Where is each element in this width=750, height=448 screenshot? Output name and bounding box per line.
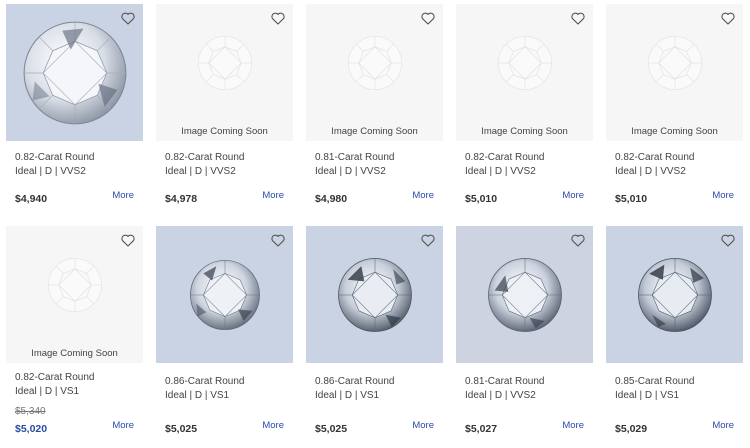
more-link[interactable]: More bbox=[562, 189, 584, 203]
diamond-title[interactable]: 0.82-Carat Round bbox=[165, 151, 293, 165]
diamond-price: $4,980 bbox=[315, 193, 348, 205]
diamond-card[interactable]: Image Coming Soon 0.82-Carat Round Ideal… bbox=[456, 4, 593, 222]
diamond-specs: Ideal | D | VS1 bbox=[315, 390, 380, 401]
favorite-heart-icon[interactable] bbox=[421, 234, 435, 247]
diamond-price: $5,025 bbox=[165, 423, 198, 435]
diamond-card[interactable]: Image Coming Soon 0.82-Carat Round Ideal… bbox=[156, 4, 293, 222]
image-coming-soon-label: Image Coming Soon bbox=[181, 126, 268, 137]
favorite-heart-icon[interactable] bbox=[421, 12, 435, 25]
diamond-specs: Ideal | D | VS1 bbox=[615, 390, 680, 401]
diamond-placeholder-icon bbox=[497, 35, 552, 91]
diamond-image[interactable]: Image Coming Soon bbox=[306, 4, 443, 141]
diamond-title[interactable]: 0.82-Carat Round bbox=[15, 151, 143, 165]
diamond-price: $5,029 bbox=[615, 423, 648, 435]
more-link[interactable]: More bbox=[712, 189, 734, 203]
diamond-title[interactable]: 0.81-Carat Round bbox=[465, 375, 593, 389]
diamond-card[interactable]: Image Coming Soon 0.82-Carat Round Ideal… bbox=[6, 226, 143, 444]
favorite-heart-icon[interactable] bbox=[721, 234, 735, 247]
image-coming-soon-label: Image Coming Soon bbox=[331, 126, 418, 137]
diamond-title[interactable]: 0.85-Carat Round bbox=[615, 375, 743, 389]
diamond-photo-icon bbox=[637, 257, 712, 332]
diamond-image[interactable]: Image Coming Soon bbox=[606, 4, 743, 141]
diamond-image[interactable] bbox=[6, 4, 143, 141]
image-coming-soon-label: Image Coming Soon bbox=[631, 126, 718, 137]
more-link[interactable]: More bbox=[412, 189, 434, 203]
diamond-card[interactable]: Image Coming Soon 0.81-Carat Round Ideal… bbox=[306, 4, 443, 222]
more-link[interactable]: More bbox=[262, 189, 284, 203]
favorite-heart-icon[interactable] bbox=[121, 234, 135, 247]
more-link[interactable]: More bbox=[412, 419, 434, 433]
diamond-price: $5,010 bbox=[465, 193, 498, 205]
diamond-specs: Ideal | D | VVS2 bbox=[15, 166, 86, 177]
favorite-heart-icon[interactable] bbox=[271, 234, 285, 247]
sale-price: $5,020 bbox=[15, 423, 48, 435]
diamond-card[interactable]: 0.85-Carat Round Ideal | D | VS1 $5,029 … bbox=[606, 226, 743, 444]
diamond-photo-icon bbox=[337, 257, 412, 332]
favorite-heart-icon[interactable] bbox=[571, 234, 585, 247]
diamond-photo-icon bbox=[23, 21, 126, 124]
diamond-image[interactable]: Image Coming Soon bbox=[456, 4, 593, 141]
diamond-title[interactable]: 0.81-Carat Round bbox=[315, 151, 443, 165]
diamond-image[interactable] bbox=[156, 226, 293, 363]
original-price: $5,340 bbox=[15, 406, 46, 417]
diamond-price: $5,027 bbox=[465, 423, 498, 435]
diamond-placeholder-icon bbox=[647, 35, 702, 91]
diamond-photo-icon bbox=[189, 259, 260, 330]
more-link[interactable]: More bbox=[262, 419, 284, 433]
diamond-price: $4,940 bbox=[15, 193, 48, 205]
favorite-heart-icon[interactable] bbox=[121, 12, 135, 25]
diamond-specs: Ideal | D | VVS2 bbox=[615, 166, 686, 177]
image-coming-soon-label: Image Coming Soon bbox=[31, 348, 118, 359]
diamond-image[interactable] bbox=[306, 226, 443, 363]
diamond-specs: Ideal | D | VVS2 bbox=[315, 166, 386, 177]
more-link[interactable]: More bbox=[562, 419, 584, 433]
diamond-title[interactable]: 0.86-Carat Round bbox=[165, 375, 293, 389]
diamond-price: $4,978 bbox=[165, 193, 198, 205]
diamond-image[interactable] bbox=[606, 226, 743, 363]
diamond-specs: Ideal | D | VVS2 bbox=[465, 390, 536, 401]
diamond-title[interactable]: 0.82-Carat Round bbox=[615, 151, 743, 165]
more-link[interactable]: More bbox=[712, 419, 734, 433]
diamond-price: $5,025 bbox=[315, 423, 348, 435]
diamond-specs: Ideal | D | VS1 bbox=[165, 390, 230, 401]
diamond-title[interactable]: 0.82-Carat Round bbox=[465, 151, 593, 165]
diamond-results-grid: 0.82-Carat Round Ideal | D | VVS2 $4,940… bbox=[0, 0, 750, 448]
diamond-image[interactable]: Image Coming Soon bbox=[6, 226, 143, 363]
diamond-placeholder-icon bbox=[47, 257, 102, 313]
diamond-title[interactable]: 0.86-Carat Round bbox=[315, 375, 443, 389]
diamond-card[interactable]: 0.86-Carat Round Ideal | D | VS1 $5,025 … bbox=[156, 226, 293, 444]
favorite-heart-icon[interactable] bbox=[271, 12, 285, 25]
diamond-card[interactable]: 0.81-Carat Round Ideal | D | VVS2 $5,027… bbox=[456, 226, 593, 444]
diamond-specs: Ideal | D | VVS2 bbox=[165, 166, 236, 177]
diamond-specs: Ideal | D | VVS2 bbox=[465, 166, 536, 177]
favorite-heart-icon[interactable] bbox=[721, 12, 735, 25]
diamond-card[interactable]: Image Coming Soon 0.82-Carat Round Ideal… bbox=[606, 4, 743, 222]
diamond-title[interactable]: 0.82-Carat Round bbox=[15, 371, 143, 385]
diamond-specs: Ideal | D | VS1 bbox=[15, 386, 80, 397]
diamond-placeholder-icon bbox=[197, 35, 252, 91]
diamond-card[interactable]: 0.82-Carat Round Ideal | D | VVS2 $4,940… bbox=[6, 4, 143, 222]
diamond-image[interactable]: Image Coming Soon bbox=[156, 4, 293, 141]
more-link[interactable]: More bbox=[112, 419, 134, 433]
diamond-card[interactable]: 0.86-Carat Round Ideal | D | VS1 $5,025 … bbox=[306, 226, 443, 444]
diamond-price: $5,010 bbox=[615, 193, 648, 205]
diamond-image[interactable] bbox=[456, 226, 593, 363]
diamond-photo-icon bbox=[487, 257, 562, 332]
favorite-heart-icon[interactable] bbox=[571, 12, 585, 25]
more-link[interactable]: More bbox=[112, 189, 134, 203]
image-coming-soon-label: Image Coming Soon bbox=[481, 126, 568, 137]
diamond-placeholder-icon bbox=[347, 35, 402, 91]
